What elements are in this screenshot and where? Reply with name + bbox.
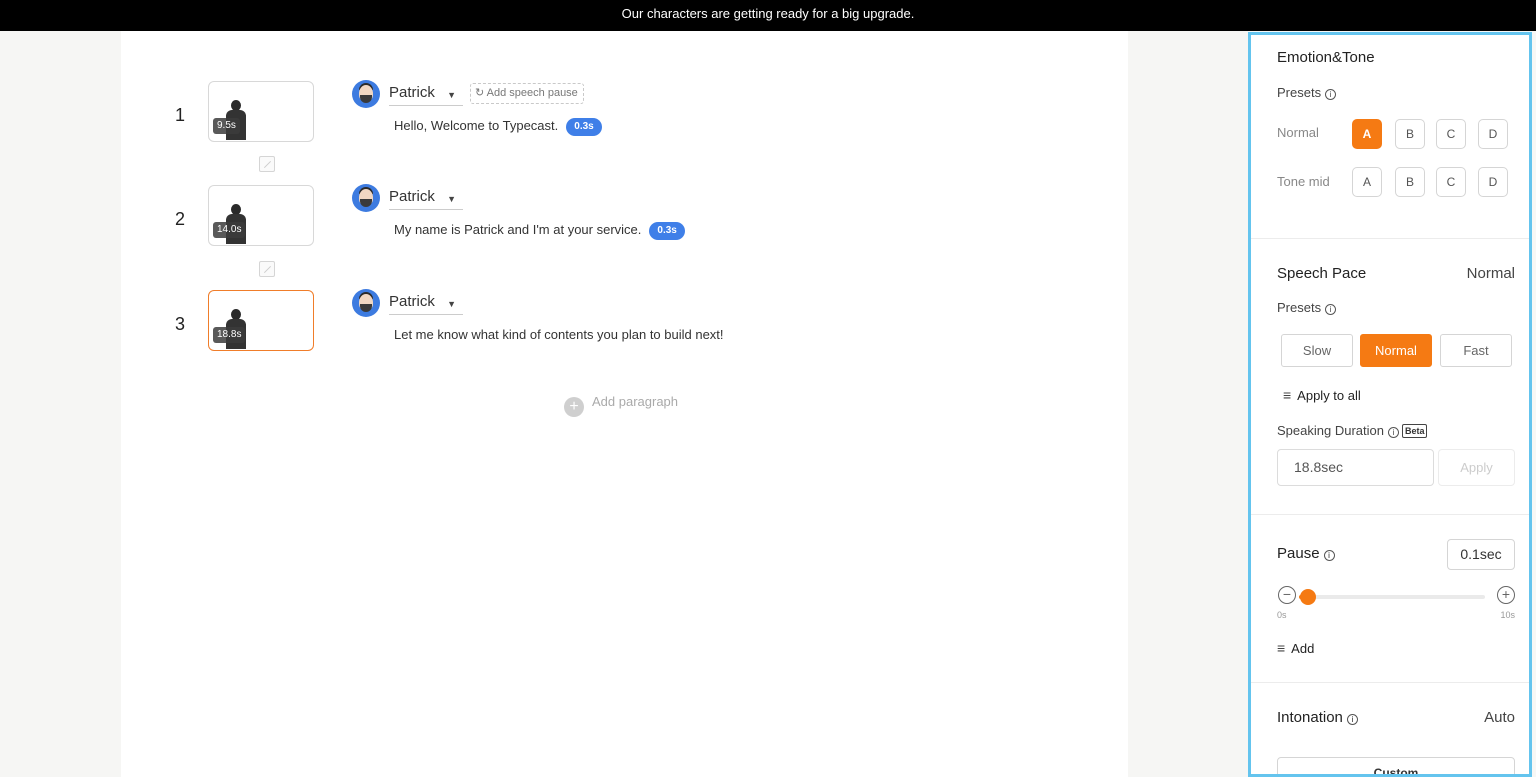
- speaker-select[interactable]: Patrick ▼: [389, 293, 463, 315]
- presets-text: Presets: [1277, 300, 1322, 315]
- paragraph-text: Let me know what kind of contents you pl…: [394, 327, 724, 342]
- speaker-select[interactable]: Patrick ▼: [389, 84, 463, 106]
- add-pause-label: Add: [1291, 641, 1315, 656]
- caret-down-icon: ▼: [447, 194, 456, 204]
- slider-max-label: 10s: [1500, 610, 1515, 620]
- add-pause-button[interactable]: ≡ Add: [1277, 640, 1314, 656]
- emotion-normal-b[interactable]: B: [1395, 119, 1425, 149]
- link-toggle-icon[interactable]: [259, 156, 275, 172]
- caret-down-icon: ▼: [447, 90, 456, 100]
- info-icon[interactable]: i: [1325, 89, 1337, 100]
- character-thumbnail[interactable]: 18.8s: [208, 290, 314, 351]
- pause-value-input[interactable]: 0.1sec: [1447, 539, 1515, 570]
- presets-label: Presets i: [1277, 85, 1337, 100]
- link-toggle-icon[interactable]: [259, 261, 275, 277]
- paragraph-text: Hello, Welcome to Typecast.: [394, 118, 559, 133]
- emotion-row-label: Tone mid: [1277, 174, 1330, 189]
- timer-icon: ↻: [475, 87, 485, 99]
- emotion-tonemid-d[interactable]: D: [1478, 167, 1508, 197]
- emotion-tonemid-c[interactable]: C: [1436, 167, 1466, 197]
- pause-slider[interactable]: [1299, 589, 1485, 605]
- paragraph-text-row[interactable]: My name is Patrick and I'm at your servi…: [394, 222, 685, 240]
- speaker-avatar: [352, 289, 380, 317]
- pause-slider-knob[interactable]: [1300, 589, 1317, 605]
- emotion-row-label: Normal: [1277, 125, 1319, 140]
- minus-circle-icon[interactable]: −: [1278, 586, 1296, 604]
- pace-slow-button[interactable]: Slow: [1281, 334, 1353, 367]
- upgrade-banner: Our characters are getting ready for a b…: [0, 0, 1536, 31]
- paragraph-number: 3: [175, 314, 186, 334]
- pace-normal-button[interactable]: Normal: [1360, 334, 1432, 367]
- add-speech-pause-label: Add speech pause: [486, 87, 578, 99]
- emotion-normal-c[interactable]: C: [1436, 119, 1466, 149]
- speaker-select[interactable]: Patrick ▼: [389, 188, 463, 210]
- speaker-name: Patrick: [389, 188, 435, 205]
- speaking-duration-input[interactable]: 18.8sec: [1277, 449, 1434, 486]
- pause-label: Pause i: [1277, 545, 1335, 562]
- speaking-duration-text: Speaking Duration: [1277, 423, 1384, 438]
- pause-title: Pause: [1277, 545, 1320, 562]
- plus-circle-icon: +: [564, 397, 584, 417]
- speaking-duration-label: Speaking Duration i Beta: [1277, 423, 1428, 438]
- info-icon[interactable]: i: [1387, 427, 1399, 438]
- beta-badge: Beta: [1401, 424, 1428, 438]
- section-title: Emotion&Tone: [1277, 49, 1375, 66]
- duration-badge: 14.0s: [213, 222, 246, 238]
- duration-badge: 18.8s: [213, 327, 246, 343]
- add-paragraph-button[interactable]: + Add paragraph: [564, 394, 678, 417]
- paragraph-3[interactable]: 3 18.8s Patrick ▼ Let me know what kind …: [121, 289, 1128, 369]
- speaker-name: Patrick: [389, 84, 435, 101]
- emotion-normal-d[interactable]: D: [1478, 119, 1508, 149]
- speech-pace-section: Speech Pace Normal Presets i Slow Normal …: [1251, 239, 1529, 515]
- intonation-section: Intonation i Auto Custom: [1251, 683, 1529, 774]
- add-speech-pause-button[interactable]: ↻ Add speech pause: [470, 83, 584, 104]
- paragraph-text-row[interactable]: Hello, Welcome to Typecast. 0.3s: [394, 118, 602, 136]
- pace-value: Normal: [1466, 265, 1515, 282]
- pause-section: Pause i 0.1sec − + 0s 10s ≡ Add: [1251, 515, 1529, 683]
- script-editor: 1 9.5s Patrick ▼ ↻ Add speech pause Hell…: [121, 31, 1128, 777]
- list-check-icon: ≡: [1283, 387, 1292, 403]
- duration-badge: 9.5s: [213, 118, 240, 134]
- emotion-tonemid-a[interactable]: A: [1352, 167, 1382, 197]
- info-icon[interactable]: i: [1323, 550, 1335, 561]
- list-add-icon: ≡: [1277, 640, 1286, 656]
- paragraph-number: 1: [175, 105, 186, 125]
- pause-pill[interactable]: 0.3s: [649, 222, 685, 240]
- info-icon[interactable]: i: [1346, 714, 1358, 725]
- slider-min-label: 0s: [1277, 610, 1287, 620]
- paragraph-text: My name is Patrick and I'm at your servi…: [394, 222, 642, 237]
- paragraph-number: 2: [175, 209, 186, 229]
- pace-fast-button[interactable]: Fast: [1440, 334, 1512, 367]
- intonation-title: Intonation: [1277, 709, 1343, 726]
- intonation-label: Intonation i: [1277, 709, 1358, 726]
- apply-to-all-label: Apply to all: [1297, 388, 1361, 403]
- voice-settings-panel: Emotion&Tone Presets i Normal A B C D Ton…: [1248, 32, 1532, 777]
- paragraph-text-row[interactable]: Let me know what kind of contents you pl…: [394, 327, 724, 342]
- presets-text: Presets: [1277, 85, 1322, 100]
- section-title: Speech Pace: [1277, 265, 1367, 282]
- paragraph-2[interactable]: 2 14.0s Patrick ▼ My name is Patrick and…: [121, 184, 1128, 264]
- speaker-avatar: [352, 184, 380, 212]
- pause-pill[interactable]: 0.3s: [566, 118, 602, 136]
- right-gutter: [1128, 31, 1248, 777]
- presets-label: Presets i: [1277, 300, 1337, 315]
- character-thumbnail[interactable]: 9.5s: [208, 81, 314, 142]
- info-icon[interactable]: i: [1325, 304, 1337, 315]
- emotion-tonemid-b[interactable]: B: [1395, 167, 1425, 197]
- intonation-value: Auto: [1484, 709, 1515, 726]
- speaker-name: Patrick: [389, 293, 435, 310]
- emotion-normal-a[interactable]: A: [1352, 119, 1382, 149]
- apply-to-all-button[interactable]: ≡ Apply to all: [1283, 387, 1361, 403]
- add-paragraph-label: Add paragraph: [592, 394, 679, 409]
- left-gutter: [0, 31, 121, 777]
- apply-duration-button[interactable]: Apply: [1438, 449, 1515, 486]
- character-thumbnail[interactable]: 14.0s: [208, 185, 314, 246]
- plus-circle-icon[interactable]: +: [1497, 586, 1515, 604]
- custom-intonation-button[interactable]: Custom: [1277, 757, 1515, 774]
- caret-down-icon: ▼: [447, 299, 456, 309]
- speaker-avatar: [352, 80, 380, 108]
- emotion-tone-section: Emotion&Tone Presets i Normal A B C D Ton…: [1251, 35, 1529, 239]
- paragraph-1[interactable]: 1 9.5s Patrick ▼ ↻ Add speech pause Hell…: [121, 80, 1128, 160]
